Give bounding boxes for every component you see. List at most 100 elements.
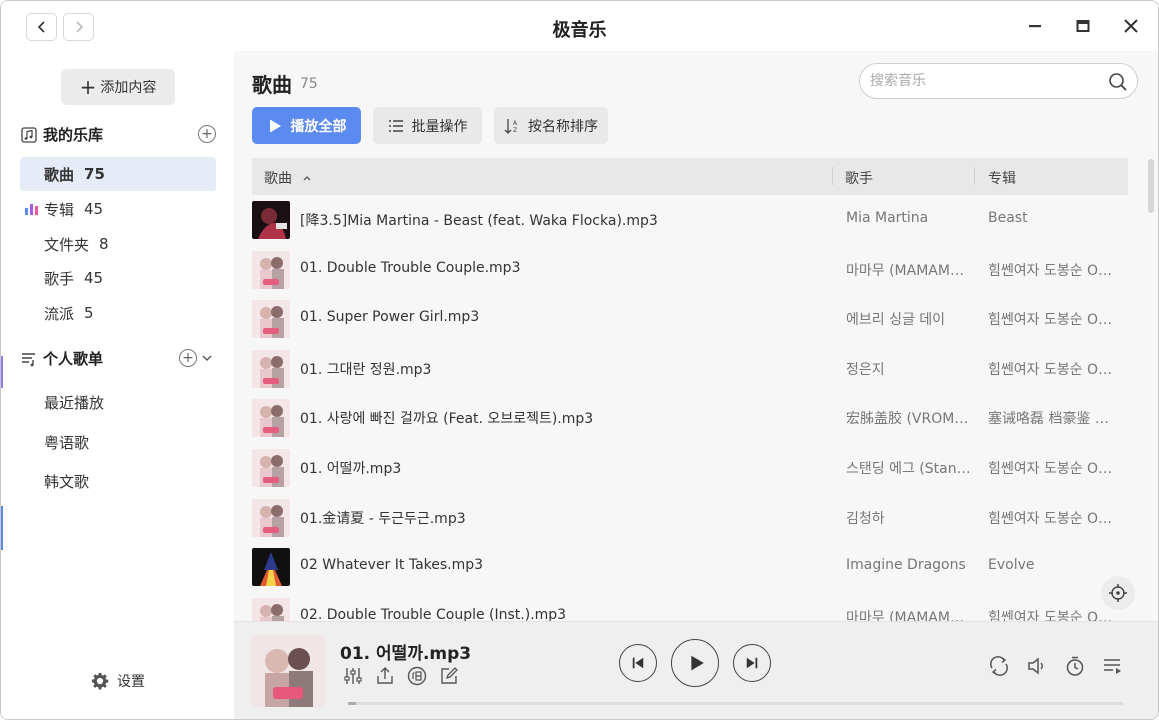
song-artist[interactable]: Imagine Dragons [846, 557, 974, 573]
next-button[interactable] [733, 644, 771, 682]
app-title: 极音乐 [552, 20, 607, 41]
batch-operation-button[interactable]: 批量操作 [373, 107, 482, 144]
equalizer-button[interactable] [342, 665, 364, 687]
share-button[interactable] [374, 665, 396, 687]
playlist-item-korean[interactable]: 韩文歌 [20, 464, 216, 498]
close-button[interactable] [1118, 13, 1144, 39]
song-album[interactable]: 힘쎈여자 도봉순 OST [988, 607, 1113, 621]
close-icon [1124, 19, 1138, 33]
album-cover-image [252, 300, 290, 339]
svg-text:Z: Z [513, 127, 517, 134]
song-artist[interactable]: 정은지 [846, 359, 974, 379]
album-cover-image [252, 548, 290, 587]
chevron-down-icon [202, 355, 212, 361]
song-album[interactable]: 塞诫咯磊 档豪鉴 OST [988, 408, 1113, 428]
play-all-button[interactable]: 播放全部 [252, 107, 361, 144]
song-album[interactable]: 힘쎈여자 도봉순 OST [988, 260, 1113, 280]
table-row[interactable]: 01.金请夏 - 두근두근.mp3 김청하 힘쎈여자 도봉순 OST [252, 493, 1128, 543]
playlist-item-recent[interactable]: 最近播放 [20, 385, 216, 419]
plus-icon: + [182, 350, 194, 366]
column-divider[interactable] [974, 167, 975, 185]
table-row[interactable]: 01. Super Power Girl.mp3 에브리 싱글 데이 힘쎈여자 도봉… [252, 294, 1128, 344]
play-icon [269, 119, 281, 132]
song-list: [降3.5]Mia Martina - Beast (feat. Waka Fl… [252, 195, 1128, 621]
player-bar: 01. 어떨까.mp3 [234, 621, 1158, 719]
song-album[interactable]: Evolve [988, 557, 1113, 573]
edit-button[interactable] [438, 665, 460, 687]
column-title[interactable]: 歌曲 [264, 168, 312, 188]
player-tools [342, 665, 460, 687]
song-artist[interactable]: Mia Martina [846, 210, 974, 226]
table-row[interactable]: 01. 어떨까.mp3 스탠딩 에그 (Standing Egg) 힘쎈여자 도봉순… [252, 443, 1128, 493]
table-row[interactable]: 02. Double Trouble Couple (Inst.).mp3 마마무… [252, 592, 1128, 621]
sidebar-item-folders[interactable]: 文件夹 8 [20, 227, 216, 261]
previous-button[interactable] [619, 644, 657, 682]
table-row[interactable]: 01. 사랑에 빠진 걸까요 (Feat. 오브로젝트).mp3 宏胏盖胶 (VR… [252, 393, 1128, 443]
maximize-button[interactable] [1070, 13, 1096, 39]
column-artist[interactable]: 歌手 [845, 168, 873, 188]
now-playing-cover[interactable] [251, 635, 325, 707]
volume-icon [1028, 657, 1043, 675]
table-row[interactable]: 01. Double Trouble Couple.mp3 마마무 (MAMAMO… [252, 245, 1128, 295]
search-box[interactable] [859, 63, 1138, 99]
sidebar-item-songs[interactable]: 歌曲 75 [20, 157, 216, 191]
song-artist[interactable]: 에브리 싱글 데이 [846, 309, 974, 329]
table-row[interactable]: 02 Whatever It Takes.mp3 Imagine Dragons E… [252, 542, 1128, 592]
album-art-image [251, 635, 325, 707]
playlist-item-cantonese[interactable]: 粤语歌 [20, 425, 216, 459]
song-album[interactable]: 힘쎈여자 도봉순 OST [988, 458, 1113, 478]
lyrics-button[interactable] [406, 665, 428, 687]
window-edge-accent [1, 356, 3, 388]
queue-button[interactable] [1101, 654, 1125, 678]
playlist-add-button[interactable]: + [179, 349, 197, 367]
play-icon [690, 655, 704, 671]
song-album[interactable]: 힘쎈여자 도봉순 OST [988, 508, 1113, 528]
settings-button[interactable]: 设置 [91, 671, 145, 691]
progress-bar[interactable] [348, 702, 1123, 705]
song-album[interactable]: 힘쎈여자 도봉순 OST [988, 359, 1113, 379]
song-artist[interactable]: 마마무 (MAMAMOO) [846, 260, 974, 280]
sort-ascending-icon [303, 176, 311, 181]
sort-by-name-button[interactable]: AZ 按名称排序 [494, 107, 608, 144]
song-artist[interactable]: 스탠딩 에그 (Standing Egg) [846, 458, 974, 478]
lyrics-icon [407, 666, 427, 686]
repeat-button[interactable] [987, 654, 1011, 678]
song-artist[interactable]: 김청하 [846, 508, 974, 528]
library-add-button[interactable]: + [198, 125, 216, 143]
sidebar: + 添加内容 我的乐库 + 歌曲 75 专辑 45 文件夹 8 歌手 45 流派… [1, 51, 234, 719]
locate-current-button[interactable] [1101, 576, 1135, 610]
album-cover-image [252, 449, 290, 487]
timer-icon [1066, 656, 1084, 676]
column-divider[interactable] [832, 167, 833, 185]
sidebar-item-artists[interactable]: 歌手 45 [20, 261, 216, 295]
minimize-icon [1029, 25, 1041, 28]
minimize-button[interactable] [1022, 13, 1048, 39]
song-album[interactable]: Beast [988, 210, 1113, 226]
song-title: 01. 어떨까.mp3 [300, 461, 402, 477]
vertical-scrollbar[interactable] [1148, 159, 1154, 213]
song-title: 02 Whatever It Takes.mp3 [300, 557, 484, 574]
volume-button[interactable] [1025, 654, 1049, 678]
edit-icon [441, 667, 458, 684]
skip-next-icon [746, 657, 758, 669]
search-icon[interactable] [1108, 72, 1128, 92]
song-album[interactable]: 힘쎈여자 도봉순 OST [988, 309, 1113, 329]
song-artist[interactable]: 宏胏盖胶 (VROMANCE) [846, 408, 974, 428]
sidebar-item-albums[interactable]: 专辑 45 [20, 192, 216, 226]
playlist-expand-button[interactable] [201, 349, 213, 365]
song-title: 02. Double Trouble Couple (Inst.).mp3 [300, 606, 567, 621]
add-content-button[interactable]: + 添加内容 [61, 69, 175, 105]
sidebar-item-genres[interactable]: 流派 5 [20, 296, 216, 330]
table-row[interactable]: [降3.5]Mia Martina - Beast (feat. Waka Fl… [252, 195, 1128, 245]
gear-icon [91, 672, 109, 690]
sleep-timer-button[interactable] [1063, 654, 1087, 678]
column-album[interactable]: 专辑 [988, 168, 1016, 188]
equalizer-icon [344, 668, 362, 684]
table-row[interactable]: 01. 그대란 정원.mp3 정은지 힘쎈여자 도봉순 OST [252, 344, 1128, 394]
search-input[interactable] [870, 71, 1090, 91]
title-bar: 极音乐 [1, 1, 1158, 51]
plus-icon: + [79, 75, 97, 99]
song-artist[interactable]: 마마무 (MAMAMOO) [846, 607, 974, 621]
play-pause-button[interactable] [671, 639, 719, 687]
song-title: 01. Super Power Girl.mp3 [300, 309, 480, 326]
